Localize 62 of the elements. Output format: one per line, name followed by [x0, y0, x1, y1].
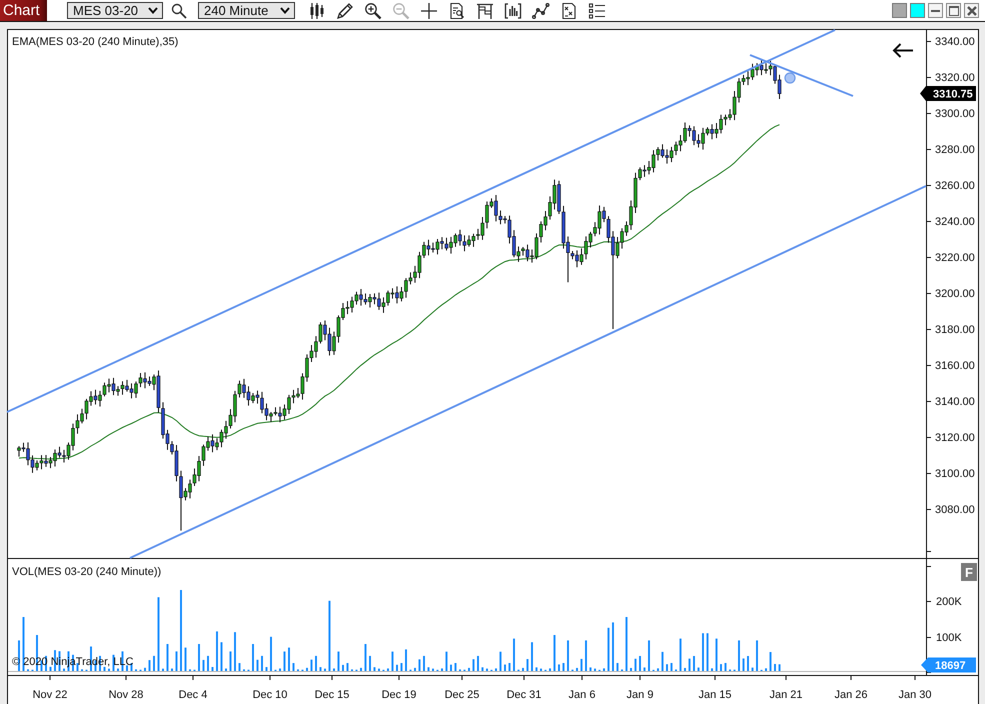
price-axis-label: 3240.00 [935, 216, 975, 228]
time-axis-label: Jan 9 [626, 689, 654, 701]
price-axis-label: 3300.00 [935, 108, 975, 120]
price-axis-label: 3200.00 [935, 288, 975, 300]
crosshair-icon[interactable] [420, 2, 438, 20]
price-axis-label: 3120.00 [935, 432, 975, 444]
volume-axis-label: 100K [936, 632, 962, 644]
indicator-label: EMA(MES 03-20 (240 Minute),35) [12, 36, 178, 48]
price-axis-label: 3080.00 [935, 504, 975, 516]
f-button[interactable]: F [961, 563, 977, 581]
time-axis-label: Dec 25 [444, 689, 480, 701]
chart-tab[interactable]: Chart [0, 0, 47, 21]
volume-axis-label: 200K [936, 596, 962, 608]
chevron-down-icon [280, 7, 290, 14]
time-axis-label: Dec 31 [506, 689, 542, 701]
time-axis-label: Jan 6 [568, 689, 596, 701]
time-axis-label: Dec 15 [314, 689, 350, 701]
time-axis-label: Jan 26 [834, 689, 868, 701]
minimize-icon [931, 10, 940, 12]
last-volume-tag: 18697 [921, 658, 976, 672]
search-icon[interactable] [171, 2, 187, 18]
price-axis-label: 3160.00 [935, 360, 975, 372]
time-axis-label: Nov 22 [32, 689, 68, 701]
price-axis-label: 3140.00 [935, 396, 975, 408]
indicator-label: VOL(MES 03-20 (240 Minute)) [12, 566, 162, 578]
price-axis-label: 3320.00 [935, 72, 975, 84]
bracket-bars-icon[interactable] [504, 2, 522, 20]
link-color-swatch[interactable] [892, 3, 907, 18]
time-axis-label: Jan 15 [698, 689, 732, 701]
candlestick-chart-icon[interactable] [308, 2, 326, 20]
maximize-button[interactable] [946, 3, 961, 18]
close-icon [966, 6, 976, 16]
time-axis-label: Jan 21 [769, 689, 803, 701]
time-axis-label: Nov 28 [108, 689, 144, 701]
zoom-in-icon[interactable] [364, 2, 382, 20]
price-axis-label: 3100.00 [935, 468, 975, 480]
minimize-button[interactable] [928, 3, 943, 18]
list-icon[interactable] [588, 2, 606, 20]
price-axis-label: 3260.00 [935, 180, 975, 192]
interval-dropdown[interactable]: 240 Minute [198, 2, 295, 19]
document-search-icon[interactable] [448, 2, 466, 20]
close-button[interactable] [964, 3, 979, 18]
price-axis-label: 3340.00 [935, 36, 975, 48]
time-axis-label: Dec 4 [178, 689, 208, 701]
link-color-swatch[interactable] [910, 3, 925, 18]
circle-handle-icon[interactable] [784, 72, 796, 84]
line-chart-icon[interactable] [532, 2, 550, 20]
back-arrow-icon[interactable] [892, 43, 914, 58]
instrument-dropdown[interactable]: MES 03-20 [67, 2, 163, 19]
price-axis-label: 3280.00 [935, 144, 975, 156]
maximize-icon [948, 6, 958, 16]
time-axis-label: Dec 10 [252, 689, 288, 701]
pencil-icon[interactable] [336, 2, 354, 20]
last-price-tag: 3310.75 [920, 86, 976, 101]
time-axis-label: Dec 19 [382, 689, 416, 701]
price-axis-label: 3180.00 [935, 324, 975, 336]
price-axis-label: 3220.00 [935, 252, 975, 264]
trend-line[interactable] [750, 54, 854, 97]
flag-bars-icon[interactable] [476, 2, 494, 20]
chevron-down-icon [148, 7, 158, 14]
document-chart-icon[interactable] [560, 2, 578, 20]
time-axis-label: Jan 30 [898, 689, 932, 701]
